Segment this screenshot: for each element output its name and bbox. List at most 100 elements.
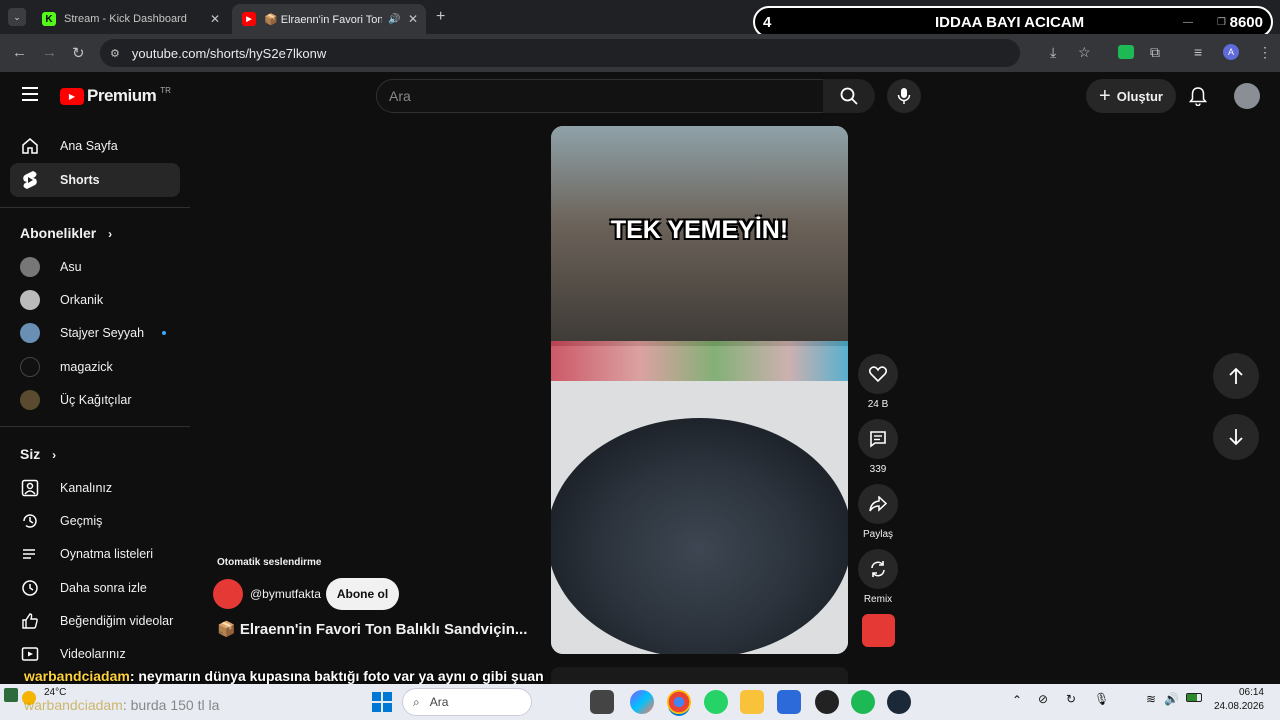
back-icon[interactable]: ← [12,44,27,61]
close-icon[interactable]: ✕ [408,12,418,26]
subscribe-button[interactable]: Abone ol [326,578,399,610]
next-short-button[interactable] [1213,414,1259,460]
tab-search-icon[interactable]: ⌄ [8,8,26,26]
windows-start-icon[interactable] [372,692,392,712]
account-avatar[interactable] [1234,83,1260,109]
reload-icon[interactable]: ↻ [72,44,85,62]
site-info-icon[interactable]: ⚙ [110,47,120,60]
tray-app-icon[interactable]: ⊘ [1038,692,1048,706]
battery-icon[interactable] [1186,693,1202,702]
install-app-icon[interactable]: ⤓ [1050,44,1056,61]
hamburger-menu-icon[interactable] [22,87,38,101]
overlay-right-text: 8600 [1229,13,1263,31]
app-tray-icon[interactable] [4,688,18,702]
bookmark-star-icon[interactable]: ☆ [1078,44,1091,61]
channel-avatar [20,390,40,410]
volume-icon[interactable]: 🔊 [1164,692,1179,706]
sidebar-item-liked-videos[interactable]: Beğendiğim videolar [10,604,180,638]
obs-icon[interactable] [815,690,839,714]
arrow-down-icon [1229,429,1243,446]
taskbar-search[interactable]: ⌕ Ara [402,688,532,716]
sidebar-item-your-channel[interactable]: Kanalınız [10,471,180,505]
sound-thumbnail[interactable] [862,614,895,647]
subscriptions-title: Abonelikler [20,225,97,241]
wifi-icon[interactable]: ≋ [1146,692,1156,706]
tab-kick-dashboard[interactable]: K Stream - Kick Dashboard ✕ [32,4,228,34]
sidebar-divider [0,207,190,208]
sidebar-item-magazick[interactable]: magazick [10,350,180,384]
search-icon [840,87,858,105]
sidebar-item-home[interactable]: Ana Sayfa [10,129,180,163]
clock-time[interactable]: 06:14 [1214,687,1264,698]
you-heading[interactable]: Siz › [20,446,56,462]
comments-button[interactable] [858,419,898,459]
like-icon [20,611,40,631]
like-button[interactable] [858,354,898,394]
channel-handle[interactable]: @bymutfakta [250,587,321,601]
table-food-band [551,341,848,381]
tab-youtube-short[interactable]: ▶ 📦 Elraenn'in Favori Ton Balıklı Sandvi… [232,4,426,34]
create-button[interactable]: + Oluştur [1086,79,1176,113]
plate-image [551,418,848,654]
sidebar-item-watch-later[interactable]: Daha sonra izle [10,571,180,605]
window-restore-icon[interactable]: ❐ [1217,17,1226,28]
sidebar-item-your-videos[interactable]: Videolarınız [10,637,180,671]
remix-button[interactable] [858,549,898,589]
channel-avatar [20,323,40,343]
sidebar-item-shorts[interactable]: Shorts [10,163,180,197]
short-video-player[interactable]: TEK YEMEYİN! [551,126,848,654]
short-title[interactable]: 📦 Elraenn'in Favori Ton Balıklı Sandviçi… [217,620,547,638]
clock-date[interactable]: 24.08.2026 [1204,701,1264,712]
history-icon [20,511,40,531]
store-icon[interactable] [777,690,801,714]
chat-text: : burda 150 tl la [122,697,220,713]
channel-icon [20,478,40,498]
steam-icon[interactable] [887,690,911,714]
close-icon[interactable]: ✕ [210,12,220,26]
channel-avatar [20,257,40,277]
sidebar-item-playlists[interactable]: Oynatma listeleri [10,537,180,571]
chevron-up-icon[interactable]: ⌃ [1012,693,1022,707]
kick-icon: K [42,12,56,26]
overlay-left-text: 4 [763,13,772,31]
sidebar-item-stajyer-seyyah[interactable]: Stajyer Seyyah [10,316,180,350]
extension-icon[interactable] [1118,45,1134,59]
spotify-icon[interactable] [851,690,875,714]
audio-playing-icon[interactable]: 🔊 [388,14,400,25]
auto-dub-label: Otomatik seslendirme [217,557,322,568]
sidebar-item-label: Ana Sayfa [60,139,118,153]
menu-kebab-icon[interactable]: ⋮ [1258,44,1272,61]
subscriptions-heading[interactable]: Abonelikler › [20,225,112,241]
youtube-logo-icon: ▶ [60,87,84,105]
media-control-icon[interactable]: ≡ [1194,44,1202,60]
sidebar-item-orkanik[interactable]: Orkanik [10,283,180,317]
copilot-icon[interactable] [630,690,654,714]
logo-text: Premium [87,86,157,105]
share-button[interactable] [858,484,898,524]
comment-count: 339 [869,464,887,475]
sidebar-item-label: Stajyer Seyyah [60,326,145,340]
sidebar-item-uc-kagitcilar[interactable]: Üç Kağıtçılar [10,383,180,417]
youtube-premium-logo[interactable]: ▶ Premium TR [60,86,171,106]
chrome-icon[interactable] [667,690,691,714]
search-input[interactable]: Ara [376,79,824,113]
sync-icon[interactable]: ↻ [1066,692,1076,706]
notifications-bell-icon[interactable] [1188,86,1208,111]
file-explorer-icon[interactable] [740,690,764,714]
sidebar-item-asu[interactable]: Asu [10,250,180,284]
previous-short-button[interactable] [1213,353,1259,399]
sidebar-item-history[interactable]: Geçmiş [10,504,180,538]
address-bar[interactable]: ⚙ youtube.com/shorts/hyS2e7lkonw [100,39,1020,67]
window-minimize-icon[interactable]: — [1183,17,1193,28]
channel-avatar[interactable] [213,579,243,609]
new-tab-icon[interactable]: + [436,8,445,26]
extensions-puzzle-icon[interactable]: ⧉ [1150,44,1160,61]
microphone-icon[interactable]: 🎙 [1094,692,1109,706]
voice-search-button[interactable] [887,79,921,113]
sidebar-item-label: magazick [60,360,113,374]
profile-avatar[interactable]: A [1223,44,1239,60]
whatsapp-icon[interactable] [704,690,728,714]
forward-icon[interactable]: → [42,44,57,61]
task-view-icon[interactable] [590,690,614,714]
search-button[interactable] [823,79,875,113]
